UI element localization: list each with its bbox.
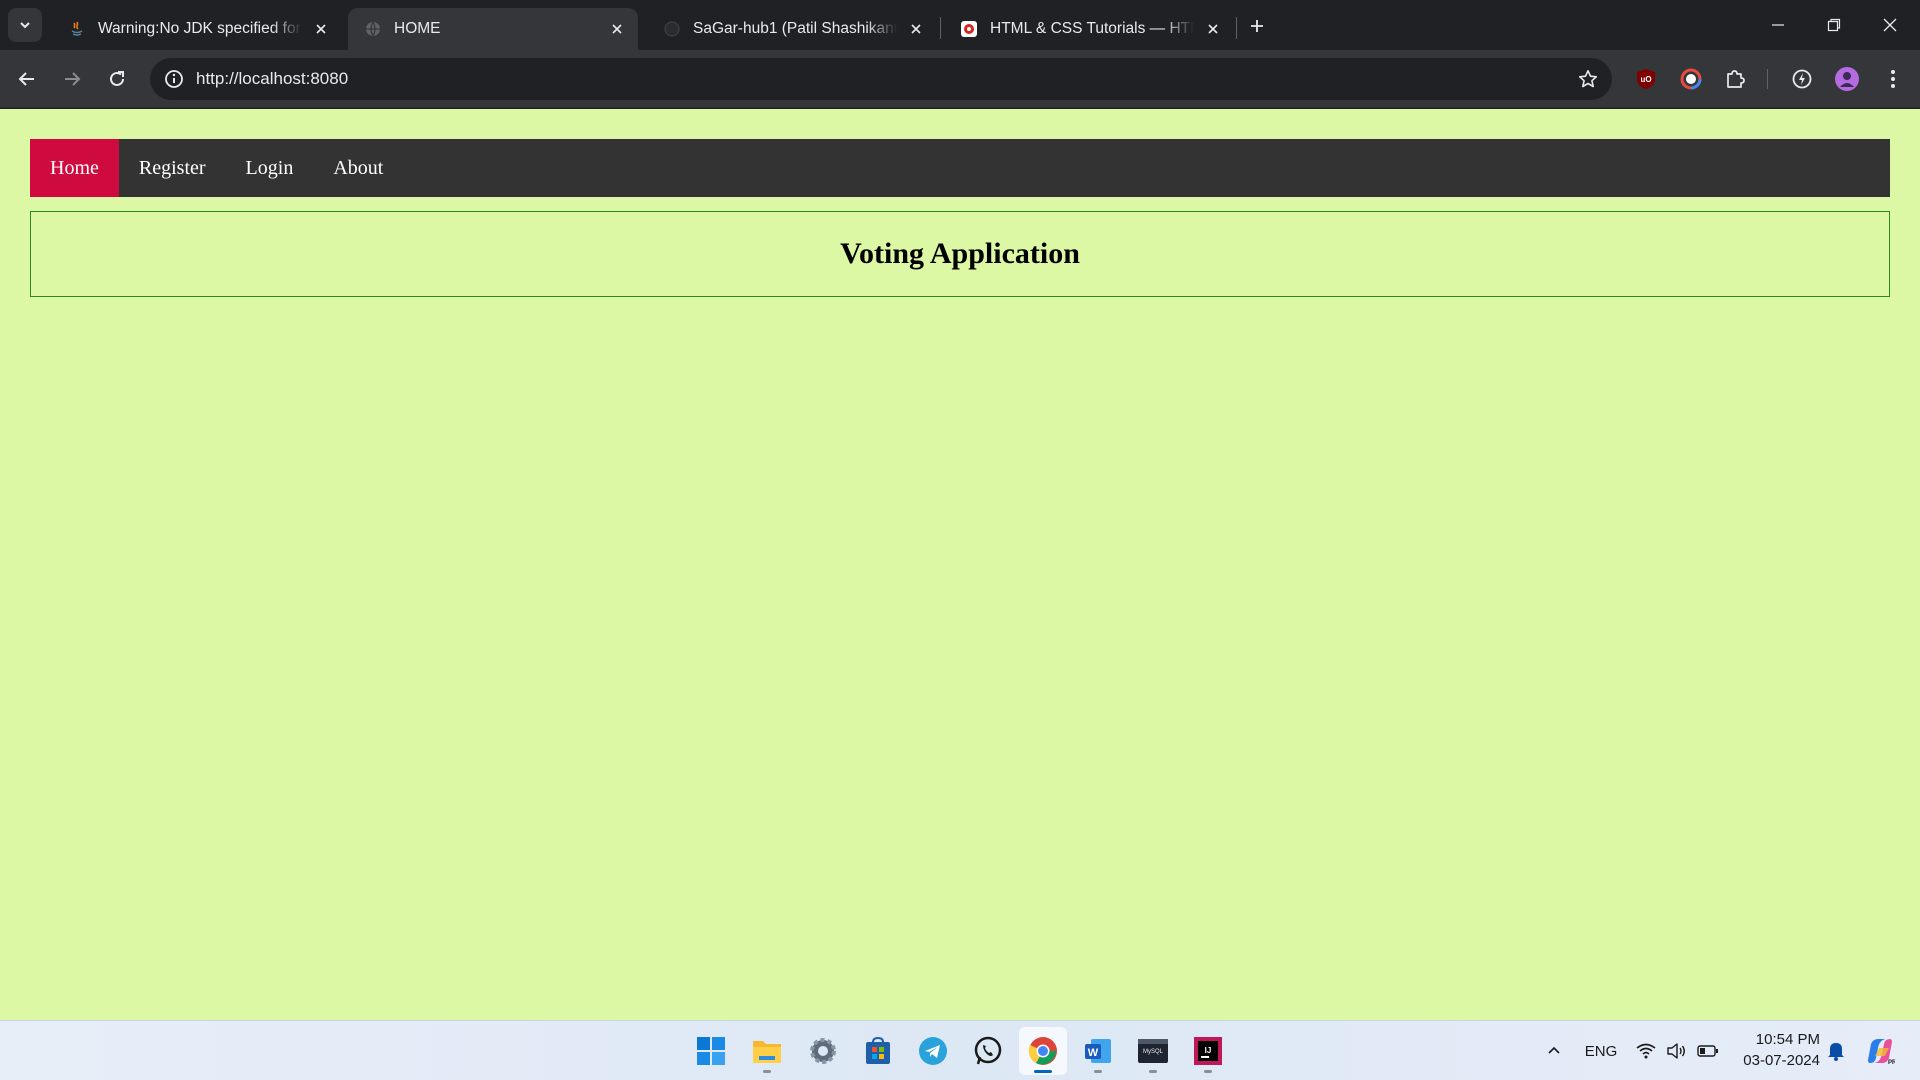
page-title: Voting Application xyxy=(840,237,1080,270)
plus-icon xyxy=(1251,20,1263,32)
tab-warning-jdk[interactable]: Warning:No JDK specified for m xyxy=(52,8,342,50)
minimize-icon xyxy=(1772,24,1784,26)
taskbar-clock[interactable]: 10:54 PM 03-07-2024 xyxy=(1732,1029,1820,1071)
svg-text:PRE: PRE xyxy=(1888,1060,1895,1066)
close-icon xyxy=(1883,18,1897,32)
running-indicator xyxy=(1034,1070,1052,1073)
minimize-button[interactable] xyxy=(1750,0,1806,50)
chrome-icon[interactable] xyxy=(1019,1027,1067,1075)
show-hidden-icons-button[interactable] xyxy=(1540,1021,1568,1080)
toolbar-separator xyxy=(1767,69,1768,89)
tutorial-favicon xyxy=(960,20,978,38)
address-bar[interactable]: http://localhost:8080 xyxy=(150,58,1612,100)
clock-date: 03-07-2024 xyxy=(1743,1052,1820,1069)
tab-home[interactable]: HOME xyxy=(348,8,638,50)
star-icon[interactable] xyxy=(1576,67,1600,91)
settings-icon[interactable] xyxy=(799,1027,847,1075)
reload-icon xyxy=(110,71,124,86)
top-navigation: Home Register Login About xyxy=(30,139,1890,197)
nav-link-home[interactable]: Home xyxy=(30,139,119,197)
running-indicator xyxy=(1204,1070,1212,1073)
globe-favicon xyxy=(364,20,382,38)
running-indicator xyxy=(1149,1070,1157,1073)
svg-text:MySQL: MySQL xyxy=(1143,1049,1164,1055)
arrow-left-icon xyxy=(18,72,34,86)
nav-link-register[interactable]: Register xyxy=(119,139,226,197)
language-indicator[interactable]: ENG xyxy=(1578,1021,1624,1080)
new-tab-button[interactable] xyxy=(1243,12,1271,40)
running-indicator xyxy=(1094,1070,1102,1073)
mysql-terminal-icon[interactable]: MySQL xyxy=(1129,1027,1177,1075)
running-indicator xyxy=(763,1070,771,1073)
more-menu-icon[interactable] xyxy=(1879,65,1907,93)
notification-bell-icon[interactable] xyxy=(1822,1021,1850,1080)
ublock-icon[interactable]: uO xyxy=(1632,65,1660,93)
puzzle-extensions-icon[interactable] xyxy=(1721,65,1749,93)
windows-start-icon[interactable] xyxy=(687,1027,735,1075)
volume-icon[interactable] xyxy=(1664,1021,1688,1080)
microsoft-store-icon[interactable] xyxy=(854,1027,902,1075)
chevron-up-icon xyxy=(1548,1046,1560,1054)
url-text: http://localhost:8080 xyxy=(196,69,349,88)
restore-icon xyxy=(1827,18,1841,32)
forward-button[interactable] xyxy=(54,61,90,97)
back-button[interactable] xyxy=(9,61,45,97)
chevron-down-icon xyxy=(20,22,30,29)
nav-link-login[interactable]: Login xyxy=(226,139,314,197)
clock-time: 10:54 PM xyxy=(1755,1031,1820,1048)
tab-github[interactable]: SaGar-hub1 (Patil Shashikant Bh xyxy=(647,8,937,50)
svg-text:uO: uO xyxy=(1640,75,1651,84)
whatsapp-icon[interactable] xyxy=(964,1027,1012,1075)
restore-button[interactable] xyxy=(1806,0,1862,50)
java-favicon xyxy=(68,20,86,38)
tab-html-css-tutorials[interactable]: HTML & CSS Tutorials — HTML xyxy=(944,8,1234,50)
wifi-icon[interactable] xyxy=(1634,1021,1658,1080)
page-viewport: Home Register Login About Voting Applica… xyxy=(0,109,1920,1020)
file-explorer-icon[interactable] xyxy=(743,1027,791,1075)
battery-icon[interactable] xyxy=(1694,1021,1722,1080)
arrow-right-icon xyxy=(65,72,81,86)
close-window-button[interactable] xyxy=(1862,0,1918,50)
reload-button[interactable] xyxy=(99,61,135,97)
windows-taskbar: W MySQL IJ ENG 10:54 PM 03-07-2024 PRE xyxy=(0,1020,1920,1080)
tab-title: HOME xyxy=(394,20,441,37)
browser-toolbar: http://localhost:8080 uO xyxy=(0,50,1920,108)
tab-separator xyxy=(1236,17,1237,39)
copilot-icon[interactable]: PRE xyxy=(1862,1021,1898,1080)
tab-title: HTML & CSS Tutorials — HTML xyxy=(990,20,1194,37)
svg-text:W: W xyxy=(1088,1047,1099,1059)
close-tab-icon[interactable] xyxy=(1202,18,1224,40)
telegram-icon[interactable] xyxy=(909,1027,957,1075)
performance-icon[interactable] xyxy=(1788,65,1816,93)
word-icon[interactable]: W xyxy=(1074,1027,1122,1075)
tab-search-button[interactable] xyxy=(8,8,42,42)
close-tab-icon[interactable] xyxy=(310,18,332,40)
info-icon[interactable] xyxy=(160,65,188,93)
browser-tab-strip: Warning:No JDK specified for m HOME SaGa… xyxy=(0,0,1920,50)
page-header: Voting Application xyxy=(30,211,1890,297)
intellij-idea-icon[interactable]: IJ xyxy=(1184,1027,1232,1075)
tab-title: Warning:No JDK specified for m xyxy=(98,20,302,37)
color-picker-icon[interactable] xyxy=(1677,65,1705,93)
github-favicon xyxy=(663,20,681,38)
close-tab-icon[interactable] xyxy=(606,18,628,40)
profile-avatar-icon[interactable] xyxy=(1833,65,1861,93)
tab-separator xyxy=(940,17,941,39)
language-text: ENG xyxy=(1584,1042,1618,1060)
tab-title: SaGar-hub1 (Patil Shashikant Bh xyxy=(693,20,897,37)
svg-text:IJ: IJ xyxy=(1205,1046,1212,1055)
close-tab-icon[interactable] xyxy=(905,18,927,40)
nav-link-about[interactable]: About xyxy=(313,139,403,197)
